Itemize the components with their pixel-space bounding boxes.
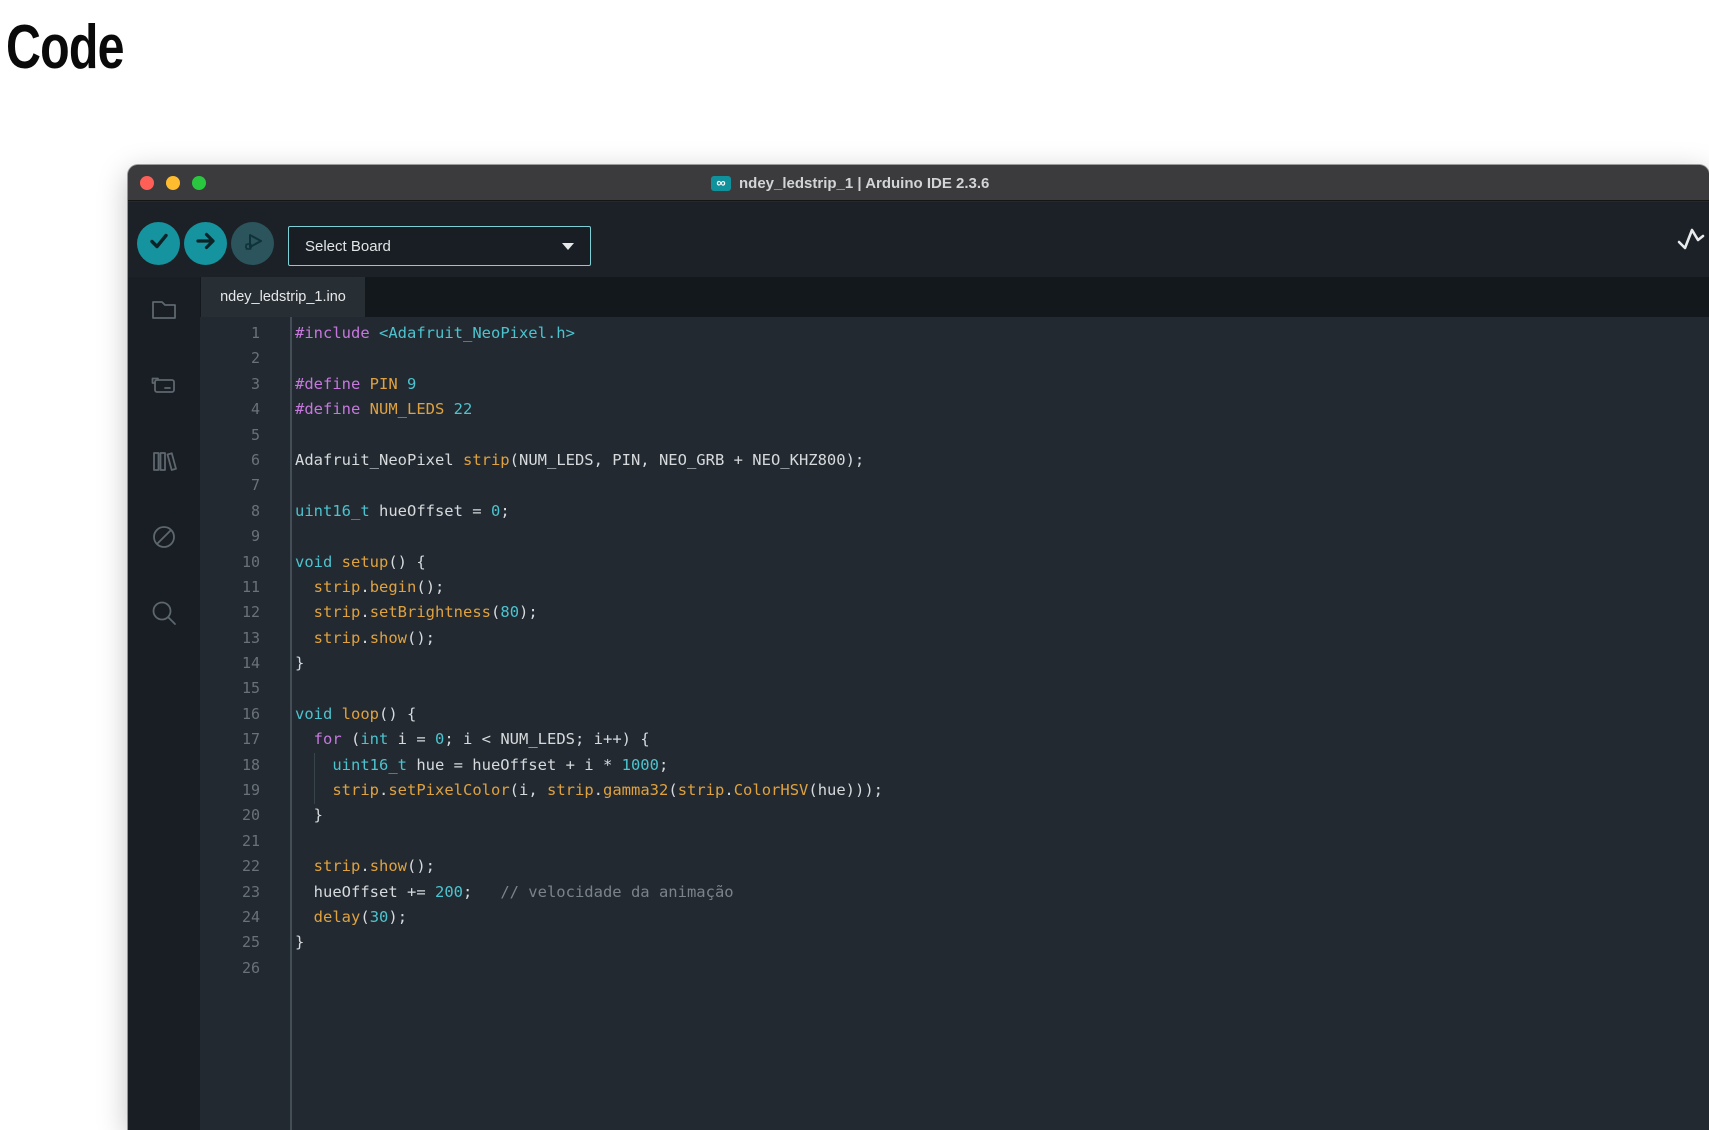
code-line[interactable]: delay(30);	[295, 905, 1709, 930]
serial-plotter-icon	[1677, 225, 1705, 258]
line-number: 16	[241, 704, 260, 723]
code-line[interactable]: hueOffset += 200; // velocidade da anima…	[295, 880, 1709, 905]
code-line[interactable]: #include <Adafruit_NeoPixel.h>	[295, 321, 1709, 346]
line-number: 13	[241, 628, 260, 647]
line-number: 22	[241, 857, 260, 876]
activity-sidebar	[128, 277, 200, 1130]
line-number: 23	[241, 882, 260, 901]
zoom-window-button[interactable]	[192, 176, 206, 190]
window-title: ndey_ledstrip_1 | Arduino IDE 2.3.6	[739, 174, 990, 192]
line-number: 18	[241, 755, 260, 774]
line-number: 9	[250, 527, 260, 546]
board-selector-dropdown[interactable]: Select Board	[288, 226, 591, 266]
code-line[interactable]	[295, 524, 1709, 549]
line-number: 19	[241, 781, 260, 800]
verify-button[interactable]	[137, 222, 180, 265]
page-title: Code	[6, 13, 125, 82]
upload-button[interactable]	[184, 222, 227, 265]
line-number: 17	[241, 730, 260, 749]
code-line[interactable]: for (int i = 0; i < NUM_LEDS; i++) {	[295, 727, 1709, 752]
line-number: 1	[250, 324, 260, 342]
sidebar-item-boards-manager[interactable]	[149, 372, 179, 402]
code-line[interactable]: Adafruit_NeoPixel strip(NUM_LEDS, PIN, N…	[295, 448, 1709, 473]
code-line[interactable]	[295, 473, 1709, 498]
code-line[interactable]: }	[295, 930, 1709, 955]
line-number: 11	[241, 577, 260, 596]
indent-guide	[314, 752, 315, 804]
line-number-gutter: 1 2 3 4 5 6 7 8 9 10 11 12 13 14 15 16 17 18 19 20 21 22 23 24 2…	[200, 321, 260, 981]
search-icon	[149, 598, 179, 633]
line-number: 14	[241, 654, 260, 673]
code-line[interactable]	[295, 829, 1709, 854]
line-number: 15	[241, 679, 260, 698]
debug-disabled-icon	[149, 522, 179, 557]
chevron-down-icon	[562, 242, 574, 250]
code-line[interactable]: strip.show();	[295, 626, 1709, 651]
debug-icon	[240, 228, 266, 259]
code-line[interactable]: uint16_t hueOffset = 0;	[295, 499, 1709, 524]
sketchbook-folder-icon	[149, 294, 179, 329]
sidebar-item-library-manager[interactable]	[149, 448, 179, 478]
code-line[interactable]: strip.begin();	[295, 575, 1709, 600]
code-editor[interactable]: 1 2 3 4 5 6 7 8 9 10 11 12 13 14 15 16 17 18 19 20 21 22 23 24 2…	[200, 317, 1709, 1130]
line-number: 8	[250, 501, 260, 520]
toolbar: Select Board	[128, 202, 1709, 277]
line-number: 4	[250, 400, 260, 419]
line-number: 2	[250, 349, 260, 368]
line-number: 21	[241, 831, 260, 850]
close-window-button[interactable]	[140, 176, 154, 190]
line-number: 3	[250, 374, 260, 393]
code-lines[interactable]: #include <Adafruit_NeoPixel.h> #define PI…	[295, 321, 1709, 981]
code-line[interactable]: #define NUM_LEDS 22	[295, 397, 1709, 422]
line-number: 10	[241, 552, 260, 571]
code-line[interactable]: void loop() {	[295, 702, 1709, 727]
sidebar-item-sketchbook[interactable]	[149, 296, 179, 326]
tab-label: ndey_ledstrip_1.ino	[220, 289, 346, 305]
debug-button[interactable]	[231, 222, 274, 265]
code-line[interactable]: #define PIN 9	[295, 372, 1709, 397]
line-number: 6	[250, 450, 260, 469]
library-manager-icon	[149, 446, 179, 481]
verify-icon	[147, 229, 171, 258]
arduino-ide-window: ∞ ndey_ledstrip_1 | Arduino IDE 2.3.6 Se…	[128, 165, 1709, 1130]
code-line[interactable]: strip.setBrightness(80);	[295, 600, 1709, 625]
line-number: 7	[250, 476, 260, 495]
code-line[interactable]: }	[295, 651, 1709, 676]
tab-bar: ndey_ledstrip_1.ino	[200, 277, 1709, 317]
sidebar-item-search[interactable]	[149, 600, 179, 630]
code-line[interactable]	[295, 956, 1709, 981]
window-titlebar[interactable]: ∞ ndey_ledstrip_1 | Arduino IDE 2.3.6	[128, 165, 1709, 201]
line-number: 25	[241, 933, 260, 952]
minimize-window-button[interactable]	[166, 176, 180, 190]
code-line[interactable]: }	[295, 803, 1709, 828]
upload-icon	[194, 229, 218, 258]
code-line[interactable]: void setup() {	[295, 550, 1709, 575]
gutter-border	[290, 317, 292, 1130]
serial-plotter-button[interactable]	[1676, 226, 1706, 256]
boards-manager-icon	[149, 370, 179, 405]
line-number: 26	[241, 958, 260, 977]
line-number: 20	[241, 806, 260, 825]
line-number: 5	[250, 425, 260, 444]
code-line[interactable]	[295, 676, 1709, 701]
code-line[interactable]: strip.show();	[295, 854, 1709, 879]
board-selector-label: Select Board	[305, 237, 391, 255]
sidebar-item-debug[interactable]	[149, 524, 179, 554]
code-line[interactable]	[295, 423, 1709, 448]
code-line[interactable]: strip.setPixelColor(i, strip.gamma32(str…	[295, 778, 1709, 803]
code-line[interactable]: uint16_t hue = hueOffset + i * 1000;	[295, 753, 1709, 778]
tab-ndey-ledstrip-1[interactable]: ndey_ledstrip_1.ino	[201, 277, 365, 317]
line-number: 12	[241, 603, 260, 622]
arduino-logo-icon: ∞	[711, 175, 731, 191]
code-line[interactable]	[295, 346, 1709, 371]
line-number: 24	[241, 907, 260, 926]
